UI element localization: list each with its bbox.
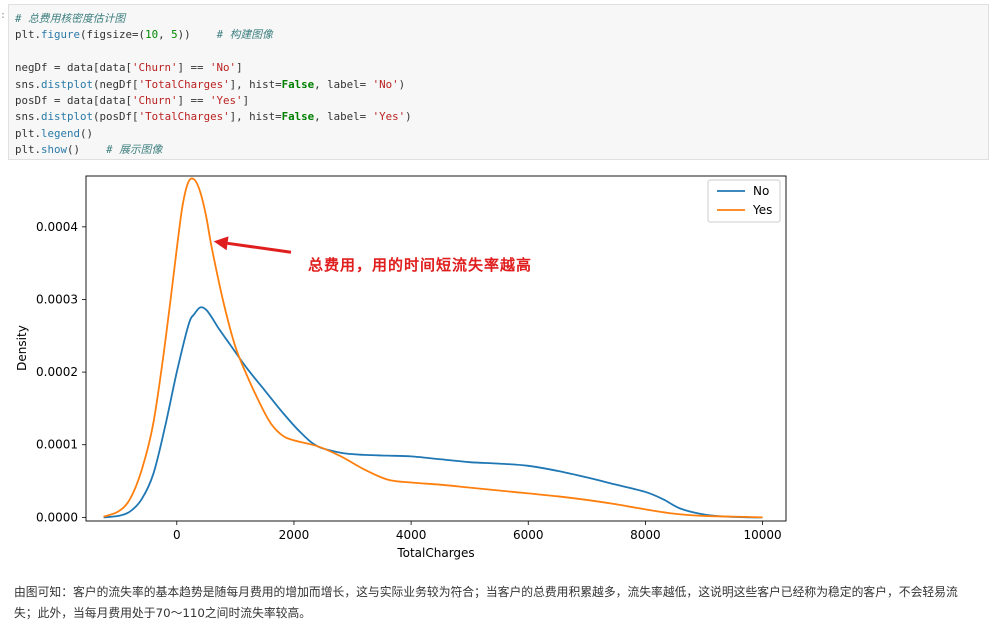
code-token: distplot: [41, 110, 94, 124]
y-tick-label: 0.0004: [36, 220, 78, 234]
code-token: False: [281, 77, 315, 91]
code-token: (negDf[: [93, 77, 139, 91]
x-axis-label: TotalCharges: [396, 546, 474, 560]
code-token: 'Yes': [210, 94, 243, 108]
code-token: figure: [41, 28, 81, 42]
y-tick-label: 0.0003: [36, 292, 78, 306]
code-token: 'Churn': [132, 61, 178, 75]
code-token: )): [177, 28, 217, 42]
code-token: ]: [236, 61, 243, 75]
density-plot: 0 2000 4000 6000 8000 10000 0.0000 0.0001 0.0002…: [15, 175, 787, 560]
code-token: 'Yes': [372, 110, 406, 124]
code-token: distplot: [41, 77, 94, 91]
code-line: plt.legend(): [15, 127, 93, 140]
y-axis-label: Density: [15, 325, 29, 371]
code-line: sns.distplot(negDf['TotalCharges'], hist…: [15, 78, 405, 91]
code-token: ] ==: [177, 94, 211, 108]
x-tick-label: 0: [173, 528, 181, 542]
x-tick-label: 4000: [396, 528, 427, 542]
code-token: ], hist=: [229, 77, 282, 91]
code-token: (posDf[: [93, 110, 139, 124]
code-token: sns: [15, 77, 35, 91]
code-token: 'No': [372, 77, 399, 91]
y-tick-label: 0.0000: [36, 510, 78, 524]
annotation: 总费用，用的时间短流失率越高: [213, 236, 532, 274]
code-token: ): [405, 110, 412, 124]
code-token: plt: [15, 28, 35, 42]
code-token: , label=: [314, 77, 373, 91]
legend-label-no: No: [753, 184, 769, 198]
legend-label-yes: Yes: [752, 203, 772, 217]
code-line: plt.show() # 展示图像: [15, 143, 162, 156]
code-line: posDf = data[data['Churn'] == 'Yes']: [15, 94, 249, 107]
cell-edge-marker: :: [0, 10, 7, 21]
code-token: (): [80, 126, 94, 140]
code-token: plt: [15, 143, 35, 157]
code-token: # 展示图像: [106, 143, 163, 157]
code-token: 'No': [210, 61, 237, 75]
y-tick-label: 0.0001: [36, 438, 78, 452]
analysis-paragraph: 由图可知：客户的流失率的基本趋势是随每月费用的增加而增长，这与实际业务较为符合；…: [14, 585, 958, 620]
code-token: show: [41, 143, 68, 157]
code-line: sns.distplot(posDf['TotalCharges'], hist…: [15, 110, 412, 123]
code-token: sns: [15, 110, 35, 124]
code-token: negDf = data[data[: [15, 61, 133, 75]
legend: No Yes: [707, 179, 781, 223]
series-line-yes: [103, 177, 763, 519]
code-line: plt.figure(figsize=(10, 5)) # 构建图像: [15, 28, 273, 41]
code-token: (): [67, 143, 107, 157]
code-token: 10: [145, 28, 159, 42]
x-tick-label: 2000: [279, 528, 310, 542]
annotation-arrow-head: [213, 236, 229, 251]
code-token: (figsize=(: [80, 28, 146, 42]
code-token: # 构建图像: [216, 28, 273, 42]
x-tick-label: 10000: [743, 528, 781, 542]
code-editor[interactable]: # 总费用核密度估计图 plt.figure(figsize=(10, 5)) …: [15, 11, 412, 159]
code-token: # 总费用核密度估计图: [15, 12, 126, 25]
code-token: , label=: [314, 110, 373, 124]
code-token: 'Churn': [132, 94, 178, 108]
x-tick-label: 8000: [630, 528, 661, 542]
code-token: ): [398, 77, 406, 91]
plot-frame: [85, 175, 787, 522]
code-line: negDf = data[data['Churn'] == 'No']: [15, 61, 243, 74]
y-tick-label: 0.0002: [36, 365, 78, 379]
series-line-no: [103, 306, 763, 519]
code-token: 'TotalCharges': [138, 77, 230, 91]
code-token: False: [281, 110, 315, 124]
annotation-arrow-shaft: [227, 241, 292, 254]
code-line: # 总费用核密度估计图: [15, 12, 125, 25]
code-token: posDf = data[data[: [15, 94, 133, 108]
code-token: legend: [41, 126, 81, 140]
code-token: 'TotalCharges': [138, 110, 230, 124]
code-token: ] ==: [177, 61, 211, 75]
code-token: plt: [15, 126, 35, 140]
x-tick-label: 6000: [513, 528, 544, 542]
code-token: ,: [158, 28, 172, 42]
code-cell[interactable]: # 总费用核密度估计图 plt.figure(figsize=(10, 5)) …: [8, 4, 989, 160]
code-token: ]: [242, 94, 250, 108]
code-token: ], hist=: [229, 110, 282, 124]
annotation-text: 总费用，用的时间短流失率越高: [308, 256, 532, 274]
